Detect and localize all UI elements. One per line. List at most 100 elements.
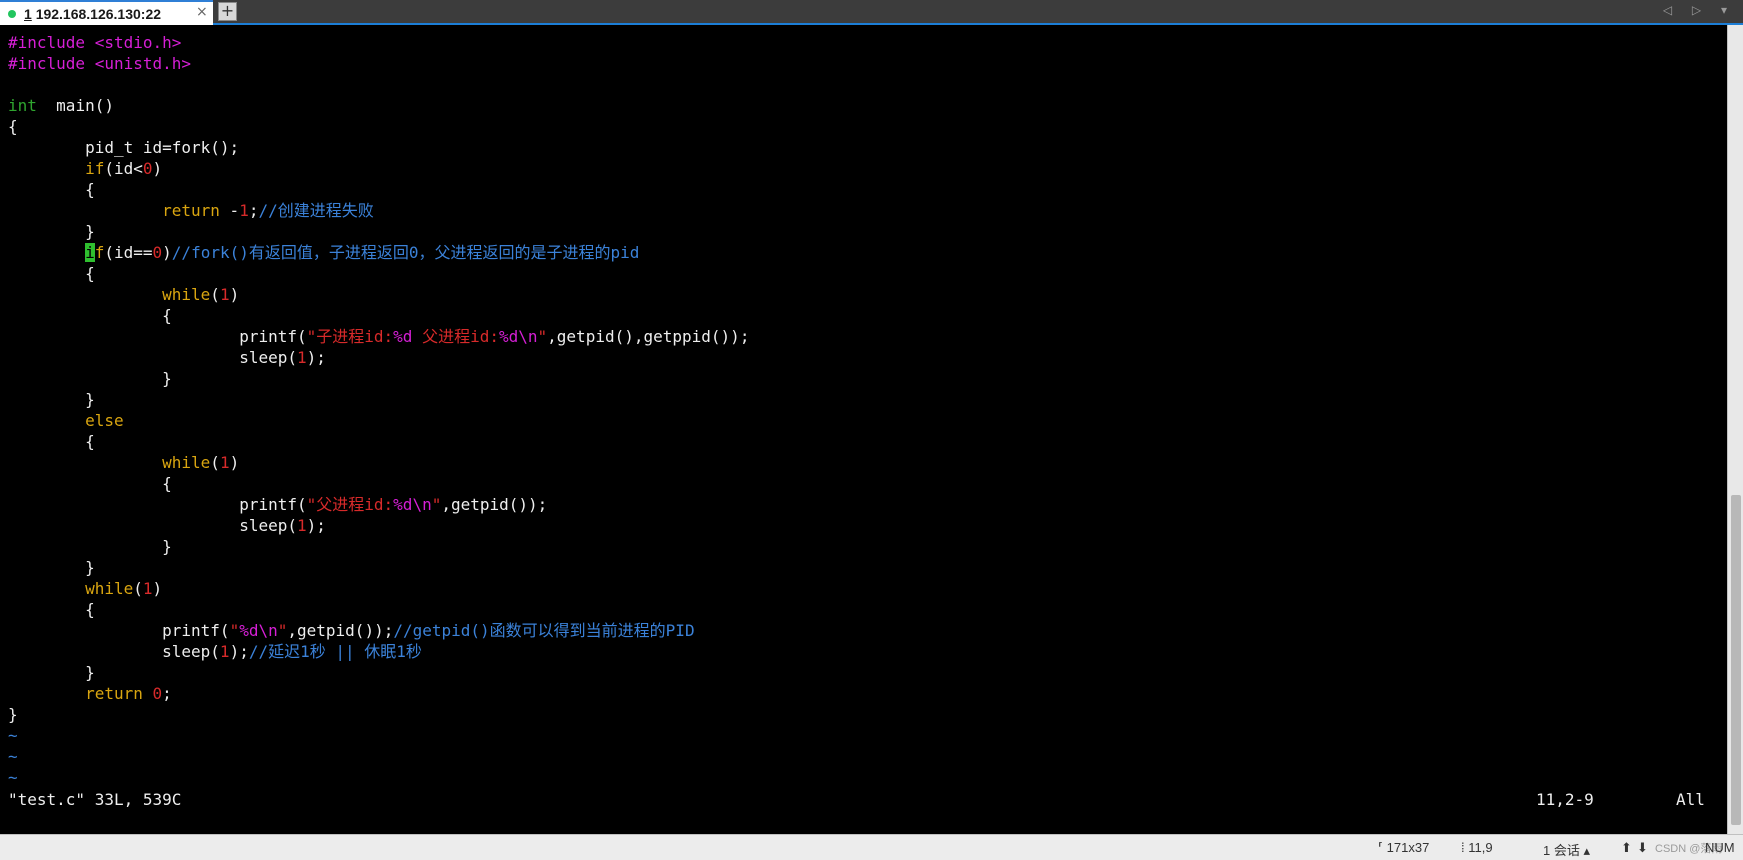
download-arrow-icon: ⬇ [1637, 840, 1648, 855]
code-token: } [8, 537, 172, 556]
code-token: - [219, 201, 240, 220]
code-token: " [277, 621, 288, 640]
code-line: ~ [8, 767, 749, 788]
code-line: { [8, 116, 749, 137]
code-token: ( [210, 285, 220, 304]
code-token: ) [152, 159, 163, 178]
code-token: ); [306, 348, 326, 367]
code-token: 1 [296, 348, 307, 367]
code-token: //创建进程失败 [258, 201, 374, 220]
session-tab[interactable]: 1 192.168.126.130:22 × [0, 0, 213, 25]
code-token: { [8, 600, 95, 619]
code-line: } [8, 389, 749, 410]
code-token: 1 [296, 516, 307, 535]
code-token: { [8, 264, 95, 283]
code-line: printf("子进程id:%d 父进程id:%d\n",getpid(),ge… [8, 326, 749, 347]
code-token: ( [133, 579, 143, 598]
code-token: 0 [142, 159, 153, 178]
code-line: sleep(1);//延迟1秒 || 休眠1秒 [8, 641, 749, 662]
code-line: ~ [8, 725, 749, 746]
code-token: 1 [239, 201, 249, 220]
tab-title: 1 192.168.126.130:22 [24, 5, 162, 22]
code-token: printf( [8, 327, 307, 346]
code-token: 0 [152, 243, 163, 262]
upload-arrow-icon: ⬆ [1621, 840, 1632, 855]
tab-nav-arrows-icon[interactable]: ◁ ▷ ▾ [1663, 3, 1735, 17]
code-line: } [8, 704, 749, 725]
code-token: " [229, 621, 240, 640]
code-line: sleep(1); [8, 347, 749, 368]
code-token: { [8, 474, 172, 493]
code-line: #include <stdio.h> [8, 32, 749, 53]
scrollbar-thumb[interactable] [1731, 495, 1741, 825]
numlock-indicator: NUM [1705, 840, 1735, 855]
code-token: 1 [142, 579, 153, 598]
close-tab-icon[interactable]: × [196, 4, 208, 20]
code-token: ); [229, 642, 249, 661]
cursor-position: ⁞ 11,9 [1461, 840, 1493, 855]
code-token: { [8, 306, 172, 325]
session-count-button[interactable]: 1 会话 ▴ [1543, 840, 1590, 859]
code-token: //延迟1秒 || 休眠1秒 [248, 642, 422, 661]
code-editor: #include <stdio.h> #include <unistd.h> in… [8, 32, 749, 788]
code-token: "子进程id: [306, 327, 394, 346]
code-token: %d\n [393, 495, 432, 514]
code-token: while [162, 453, 211, 472]
code-token: else [85, 411, 124, 430]
code-token: { [8, 432, 95, 451]
code-token: %d [393, 327, 413, 346]
code-token: ) [229, 453, 240, 472]
code-token: ) [152, 579, 163, 598]
code-token: " [537, 327, 548, 346]
vim-cursor-position: 11,2-9 [1536, 790, 1594, 809]
code-line: if(id==0)//fork()有返回值，子进程返回0，父进程返回的是子进程的… [8, 242, 749, 263]
code-token: ,getpid()); [287, 621, 394, 640]
new-tab-button[interactable]: + [218, 2, 237, 21]
code-line: { [8, 473, 749, 494]
code-line: } [8, 662, 749, 683]
code-token: printf( [8, 621, 230, 640]
code-token: sleep( [8, 642, 220, 661]
code-token: ; [162, 684, 172, 703]
code-line: else [8, 410, 749, 431]
code-line: { [8, 305, 749, 326]
code-token: f [94, 243, 105, 262]
vim-file-info: "test.c" 33L, 539C [8, 790, 182, 809]
code-token: (id< [104, 159, 143, 178]
code-token: } [8, 663, 95, 682]
code-token: 父进程id: [412, 327, 499, 346]
status-bar: ⸢ 171x37 ⁞ 11,9 1 会话 ▴ ⬆ ⬇ CSDN @落雨 NUM [0, 834, 1743, 860]
code-token: ) [229, 285, 240, 304]
code-token: sleep( [8, 516, 297, 535]
code-token: } [8, 369, 172, 388]
code-line: if(id<0) [8, 158, 749, 179]
code-line: } [8, 368, 749, 389]
code-line: { [8, 431, 749, 452]
code-token: 1 [219, 642, 230, 661]
code-line: #include <unistd.h> [8, 53, 749, 74]
code-token: ~ [8, 726, 18, 745]
code-line: while(1) [8, 578, 749, 599]
code-token: while [85, 579, 134, 598]
code-line: sleep(1); [8, 515, 749, 536]
code-line: while(1) [8, 452, 749, 473]
code-token: #include [8, 54, 95, 73]
code-token: while [162, 285, 211, 304]
code-token: <unistd.h> [94, 54, 192, 73]
code-token: } [8, 222, 95, 241]
code-token: ,getpid()); [441, 495, 548, 514]
terminal-scrollbar[interactable] [1727, 25, 1743, 834]
code-token: ) [162, 243, 172, 262]
code-token: if [85, 159, 105, 178]
terminal-view[interactable]: #include <stdio.h> #include <unistd.h> in… [0, 25, 1727, 834]
code-token: %d\n [498, 327, 538, 346]
code-token: (id== [104, 243, 153, 262]
